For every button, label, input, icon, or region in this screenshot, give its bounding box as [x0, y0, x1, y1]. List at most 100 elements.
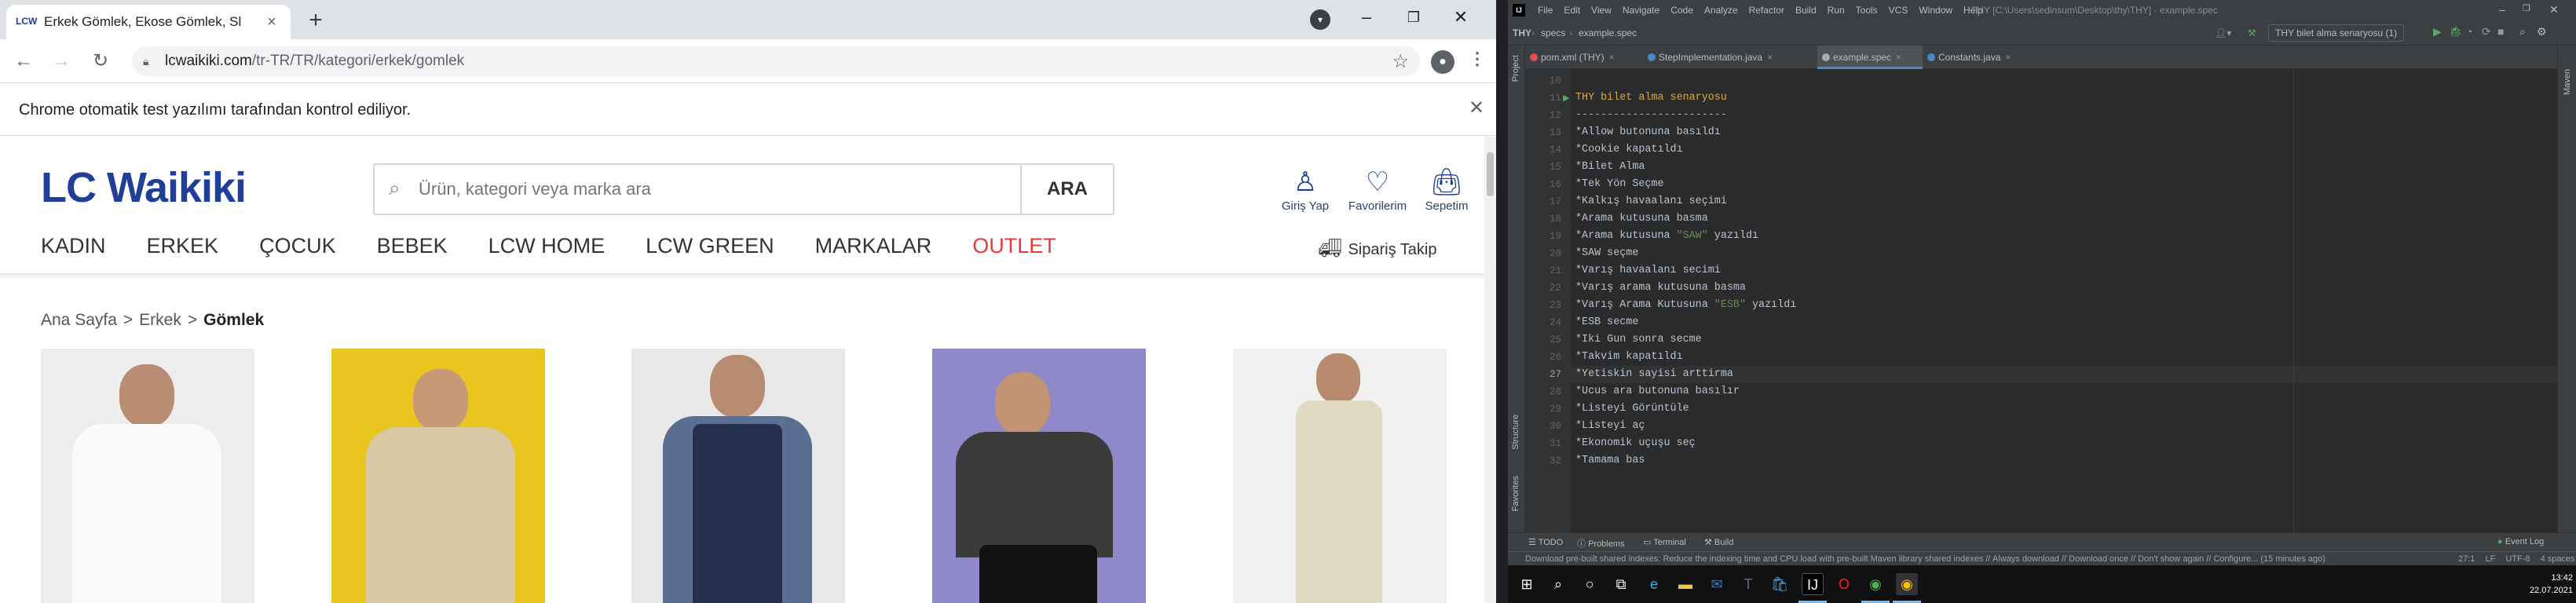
- new-tab-button[interactable]: +: [302, 6, 330, 35]
- system-clock[interactable]: 13:42 22.07.2021: [2526, 572, 2573, 597]
- url-text[interactable]: lcwaikiki.com/tr-TR/TR/kategori/erkek/go…: [165, 53, 1392, 70]
- spec-step-line[interactable]: *Varış havaalanı secimi: [1571, 262, 2557, 280]
- close-window-button[interactable]: ✕: [2549, 3, 2559, 16]
- spec-step-line[interactable]: *Takvim kapatıldı: [1571, 349, 2557, 366]
- nav-kadin[interactable]: KADIN: [41, 234, 106, 265]
- menu-file[interactable]: File: [1538, 5, 1553, 16]
- menu-vcs[interactable]: VCS: [1889, 5, 1908, 16]
- file-encoding[interactable]: UTF-8: [2505, 554, 2530, 564]
- spec-step-line[interactable]: *Cookie kapatıldı: [1571, 141, 2557, 159]
- spec-step-line[interactable]: *Tamama bas: [1571, 452, 2557, 470]
- task-view-icon[interactable]: ⧉: [1610, 573, 1632, 595]
- spec-step-line[interactable]: *Ucus ara butonuna basılır: [1571, 383, 2557, 400]
- search-input[interactable]: [419, 179, 968, 199]
- address-bar[interactable]: 🔒︎ lcwaikiki.com/tr-TR/TR/kategori/erkek…: [132, 46, 1420, 76]
- tab-example-spec[interactable]: example.spec ×: [1817, 46, 1923, 69]
- tab-constants[interactable]: Constants.java ×: [1923, 46, 2040, 69]
- nav-erkek[interactable]: ERKEK: [147, 234, 219, 265]
- settings-icon[interactable]: ⚙: [2537, 25, 2547, 38]
- chrome-icon[interactable]: ◉: [1864, 573, 1886, 595]
- product-card-image[interactable]: [1233, 349, 1447, 603]
- terminal-tool-button[interactable]: ▭ Terminal: [1643, 537, 1686, 547]
- status-message[interactable]: Download pre-built shared indexes: Reduc…: [1525, 552, 2325, 565]
- crumb-folder[interactable]: specs: [1541, 27, 1565, 38]
- close-tab-icon[interactable]: ×: [262, 13, 281, 31]
- indent-setting[interactable]: 4 spaces: [2541, 554, 2575, 564]
- login-link[interactable]: ♙ Giriş Yap: [1266, 168, 1345, 213]
- teams-icon[interactable]: T: [1737, 573, 1759, 595]
- stop-icon[interactable]: ■: [2497, 25, 2504, 38]
- menu-window[interactable]: Window: [1919, 5, 1952, 16]
- product-card-image[interactable]: [631, 349, 845, 603]
- profile-icon[interactable]: ⟳: [2482, 25, 2491, 38]
- close-tab-icon[interactable]: ×: [1609, 52, 1615, 63]
- spec-step-line[interactable]: *Tek Yön Seçme: [1571, 176, 2557, 193]
- minimize-button[interactable]: –: [2499, 3, 2505, 16]
- crumb-file[interactable]: example.spec: [1579, 27, 1637, 38]
- spec-step-line[interactable]: *Yetiskin sayisi arttirma: [1571, 366, 2557, 383]
- profile-icon[interactable]: ●: [1431, 50, 1454, 74]
- search-button[interactable]: ARA: [1020, 165, 1113, 214]
- spec-step-line[interactable]: *Arama kutusuna "SAW" yazıldı: [1571, 228, 2557, 245]
- close-window-button[interactable]: ✕: [1437, 3, 1484, 31]
- chrome-icon[interactable]: ◉: [1896, 573, 1918, 595]
- run-icon[interactable]: ▶: [2433, 25, 2442, 38]
- spec-step-line[interactable]: *Iki Gun sonra secme: [1571, 331, 2557, 349]
- line-separator[interactable]: LF: [2485, 554, 2495, 564]
- search-icon[interactable]: ⌕: [2519, 25, 2526, 38]
- menu-code[interactable]: Code: [1670, 5, 1693, 16]
- spec-step-line[interactable]: *Listeyi aç: [1571, 418, 2557, 435]
- event-log-button[interactable]: ● Event Log: [2497, 537, 2544, 546]
- cortana-icon[interactable]: ○: [1579, 573, 1601, 595]
- spec-step-line[interactable]: *Kalkış havaalanı seçimi: [1571, 193, 2557, 210]
- debug-icon[interactable]: 🐞︎: [2449, 25, 2463, 38]
- browser-tab[interactable]: LCW Erkek Gömlek, Ekose Gömlek, Sl ×: [6, 5, 291, 39]
- coverage-icon[interactable]: ◔: [2466, 25, 2472, 38]
- menu-edit[interactable]: Edit: [1564, 5, 1580, 16]
- spec-step-line[interactable]: *Bilet Alma: [1571, 159, 2557, 176]
- project-tool-tab[interactable]: Project: [1511, 55, 1520, 82]
- opera-icon[interactable]: O: [1833, 573, 1855, 595]
- spec-heading-underline[interactable]: ------------------------: [1571, 107, 2557, 124]
- intellij-icon[interactable]: IJ: [1802, 573, 1824, 595]
- lock-icon[interactable]: 🔒︎: [143, 55, 159, 68]
- close-tab-icon[interactable]: ×: [1767, 52, 1773, 63]
- forward-icon[interactable]: →: [49, 49, 74, 74]
- nav-outlet[interactable]: OUTLET: [972, 234, 1056, 265]
- menu-tools[interactable]: Tools: [1856, 5, 1878, 16]
- code-editor[interactable]: THY bilet alma senaryosu ----------------…: [1571, 69, 2557, 532]
- close-tab-icon[interactable]: ×: [2005, 52, 2011, 63]
- user-icon[interactable]: 👤︎▾: [2215, 27, 2231, 38]
- store-icon[interactable]: 🛍︎: [1769, 573, 1791, 595]
- page-scrollbar[interactable]: [1484, 137, 1496, 603]
- tab-pom-xml[interactable]: pom.xml (THY) ×: [1525, 46, 1643, 69]
- close-icon[interactable]: ✕: [1469, 97, 1484, 119]
- scrollbar-thumb[interactable]: [1487, 152, 1494, 196]
- cart-link[interactable]: 👜︎ Sepetim: [1407, 168, 1484, 213]
- menu-navigate[interactable]: Navigate: [1623, 5, 1659, 16]
- edge-icon[interactable]: e: [1643, 573, 1665, 595]
- spec-step-line[interactable]: *Arama kutusuna basma: [1571, 210, 2557, 228]
- lcw-logo[interactable]: LC Waikiki: [41, 163, 247, 212]
- caret-position[interactable]: 27:1: [2458, 554, 2475, 564]
- favorites-tool-tab[interactable]: Favorites: [1511, 476, 1520, 511]
- spec-step-line[interactable]: *Ekonomik uçuşu seç: [1571, 435, 2557, 452]
- tab-step-implementation[interactable]: StepImplementation.java ×: [1643, 46, 1817, 69]
- back-icon[interactable]: ←: [11, 49, 36, 74]
- menu-build[interactable]: Build: [1795, 5, 1817, 16]
- file-explorer-icon[interactable]: ▬: [1674, 573, 1696, 595]
- start-icon[interactable]: ⊞: [1516, 573, 1538, 595]
- todo-tool-button[interactable]: ☰ TODO: [1528, 537, 1563, 547]
- product-card-image[interactable]: [41, 349, 254, 603]
- favorites-link[interactable]: ♡ Favorilerim: [1338, 168, 1417, 213]
- tab-search-icon[interactable]: ▾: [1310, 9, 1330, 30]
- order-tracking-link[interactable]: 🚚︎ Sipariş Takip: [1318, 237, 1437, 260]
- product-card-image[interactable]: [932, 349, 1146, 603]
- spec-step-line[interactable]: *ESB secme: [1571, 314, 2557, 331]
- menu-refactor[interactable]: Refactor: [1749, 5, 1784, 16]
- product-card-image[interactable]: [331, 349, 545, 603]
- menu-run[interactable]: Run: [1828, 5, 1845, 16]
- build-tool-button[interactable]: ⚒ Build: [1704, 537, 1733, 547]
- nav-cocuk[interactable]: ÇOCUK: [259, 234, 336, 265]
- spec-step-line[interactable]: *Varış arama kutusuna basma: [1571, 280, 2557, 297]
